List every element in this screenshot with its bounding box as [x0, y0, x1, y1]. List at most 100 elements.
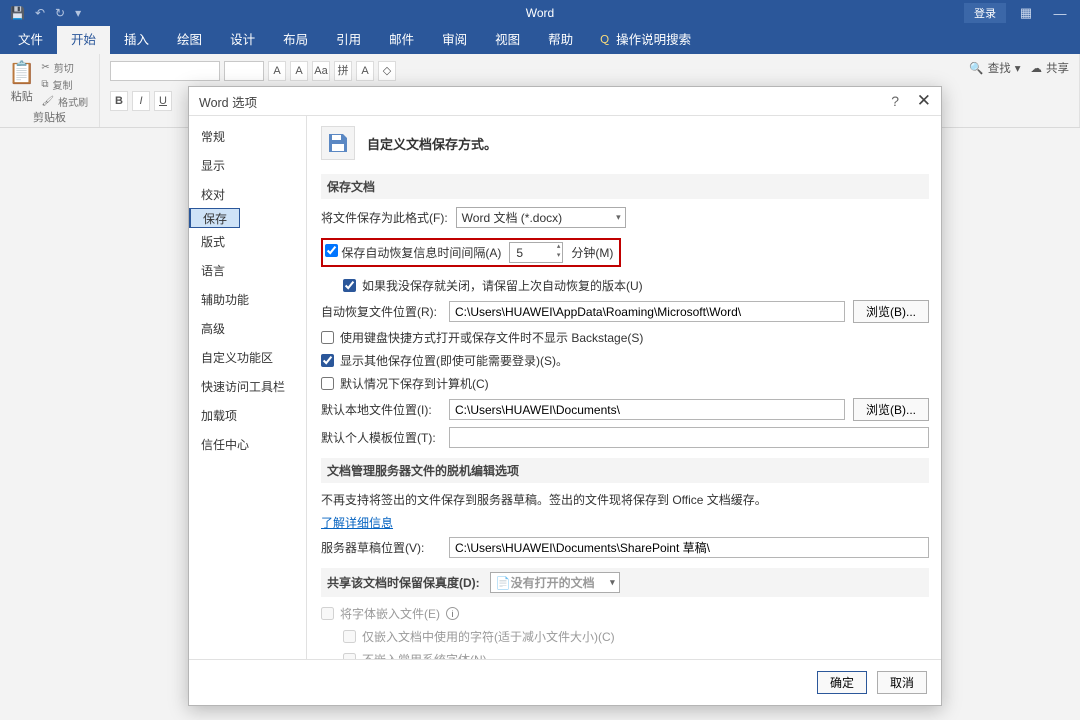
learn-more-link[interactable]: 了解详细信息: [321, 514, 393, 531]
tab-home[interactable]: 开始: [57, 23, 110, 54]
find-button[interactable]: 🔍 查找 ▾: [969, 60, 1020, 76]
autorecover-browse-button[interactable]: 浏览(B)...: [853, 300, 929, 323]
fidelity-doc-combo[interactable]: 📄 没有打开的文档: [490, 572, 620, 593]
dialog-title: Word 选项: [199, 92, 257, 111]
tell-me[interactable]: Ｑ操作说明搜索: [587, 23, 703, 54]
tab-mail[interactable]: 邮件: [375, 23, 428, 54]
embed-used-chars-checkbox: 仅嵌入文档中使用的字符(适于减小文件大小)(C): [343, 628, 615, 645]
login-button[interactable]: 登录: [964, 3, 1006, 23]
sidebar-item-language[interactable]: 语言: [189, 256, 306, 285]
tab-layout[interactable]: 布局: [269, 23, 322, 54]
save-floppy-icon: [321, 126, 355, 160]
section-save-documents: 保存文档: [321, 174, 929, 199]
border-button[interactable]: A: [356, 61, 374, 81]
info-icon[interactable]: i: [446, 607, 459, 620]
autorecover-checkbox[interactable]: 保存自动恢复信息时间间隔(A): [325, 244, 501, 261]
autorecover-location-field[interactable]: [449, 301, 845, 322]
clipboard-group: 📋 粘贴 ✂剪切 ⧉复制 🖌格式刷 剪贴板: [0, 54, 100, 127]
options-sidebar: 常规 显示 校对 保存 版式 语言 辅助功能 高级 自定义功能区 快速访问工具栏…: [189, 116, 307, 659]
font-family-combo[interactable]: [110, 61, 220, 81]
sidebar-item-advanced[interactable]: 高级: [189, 314, 306, 343]
autorecover-location-label: 自动恢复文件位置(R):: [321, 303, 441, 320]
ok-button[interactable]: 确定: [817, 671, 867, 694]
default-local-browse-button[interactable]: 浏览(B)...: [853, 398, 929, 421]
bulb-icon: Ｑ: [599, 31, 610, 47]
italic-button[interactable]: I: [132, 91, 150, 111]
copy-icon: ⧉: [41, 79, 48, 90]
underline-button[interactable]: U: [154, 91, 172, 111]
sidebar-item-customize-ribbon[interactable]: 自定义功能区: [189, 343, 306, 372]
autorecover-interval-spinner[interactable]: 5: [509, 242, 563, 263]
tab-view[interactable]: 视图: [481, 23, 534, 54]
sidebar-item-trust[interactable]: 信任中心: [189, 430, 306, 459]
quick-access-toolbar: 💾 ↶ ↻ ▾: [0, 6, 81, 20]
save-format-combo[interactable]: Word 文档 (*.docx): [456, 207, 626, 228]
app-title: Word: [526, 6, 554, 20]
qat-dropdown-icon[interactable]: ▾: [75, 6, 81, 20]
save-icon[interactable]: 💾: [10, 6, 25, 20]
grow-font-button[interactable]: A: [268, 61, 286, 81]
tab-references[interactable]: 引用: [322, 23, 375, 54]
default-template-label: 默认个人模板位置(T):: [321, 429, 441, 446]
sidebar-item-display[interactable]: 显示: [189, 151, 306, 180]
clipboard-icon: 📋: [8, 60, 35, 86]
scissors-icon: ✂: [41, 62, 49, 73]
section-fidelity: 共享该文档时保留保真度(D): 📄 没有打开的文档: [321, 568, 929, 597]
default-local-field[interactable]: [449, 399, 845, 420]
shrink-font-button[interactable]: A: [290, 61, 308, 81]
show-other-locations-checkbox[interactable]: 显示其他保存位置(即使可能需要登录)(S)。: [321, 352, 568, 369]
paste-button[interactable]: 📋 粘贴: [8, 58, 35, 109]
options-main-panel: 自定义文档保存方式。 保存文档 将文件保存为此格式(F): Word 文档 (*…: [307, 116, 941, 659]
dialog-footer: 确定 取消: [189, 659, 941, 705]
sidebar-item-addins[interactable]: 加载项: [189, 401, 306, 430]
server-draft-label: 服务器草稿位置(V):: [321, 539, 441, 556]
bold-button[interactable]: B: [110, 91, 128, 111]
ribbon-tabs: 文件 开始 插入 绘图 设计 布局 引用 邮件 审阅 视图 帮助 Ｑ操作说明搜索: [0, 26, 1080, 54]
share-button[interactable]: ☁ 共享: [1031, 60, 1070, 76]
font-size-combo[interactable]: [224, 61, 264, 81]
cancel-button[interactable]: 取消: [877, 671, 927, 694]
undo-icon[interactable]: ↶: [35, 6, 45, 20]
sidebar-item-qat[interactable]: 快速访问工具栏: [189, 372, 306, 401]
clipboard-group-label: 剪贴板: [0, 109, 99, 125]
section-offline-edit: 文档管理服务器文件的脱机编辑选项: [321, 458, 929, 483]
embed-no-system-fonts-checkbox: 不嵌入常用系统字体(N): [343, 651, 487, 659]
panel-heading: 自定义文档保存方式。: [367, 134, 497, 153]
sidebar-item-general[interactable]: 常规: [189, 122, 306, 151]
tab-file[interactable]: 文件: [4, 23, 57, 54]
no-backstage-checkbox[interactable]: 使用键盘快捷方式打开或保存文件时不显示 Backstage(S): [321, 329, 643, 346]
tab-insert[interactable]: 插入: [110, 23, 163, 54]
sidebar-item-layout[interactable]: 版式: [189, 227, 306, 256]
help-icon[interactable]: ?: [891, 93, 899, 109]
format-painter-button[interactable]: 🖌格式刷: [41, 94, 88, 109]
dialog-titlebar: Word 选项 ? ✕: [189, 87, 941, 115]
embed-fonts-checkbox[interactable]: 将字体嵌入文件(E)i: [321, 605, 459, 622]
tab-review[interactable]: 审阅: [428, 23, 481, 54]
default-save-computer-checkbox[interactable]: 默认情况下保存到计算机(C): [321, 375, 489, 392]
server-draft-field[interactable]: [449, 537, 929, 558]
autorecover-unit: 分钟(M): [571, 244, 613, 261]
close-icon[interactable]: ✕: [917, 91, 931, 111]
tab-help[interactable]: 帮助: [534, 23, 587, 54]
autorecover-highlight: 保存自动恢复信息时间间隔(A) 5 分钟(M): [321, 238, 621, 267]
tab-draw[interactable]: 绘图: [163, 23, 216, 54]
phonetic-button[interactable]: 拼: [334, 61, 352, 81]
redo-icon[interactable]: ↻: [55, 6, 65, 20]
tab-design[interactable]: 设计: [216, 23, 269, 54]
minimize-icon[interactable]: —: [1046, 6, 1074, 21]
default-local-label: 默认本地文件位置(I):: [321, 401, 441, 418]
sidebar-item-save[interactable]: 保存: [189, 208, 240, 228]
format-label: 将文件保存为此格式(F):: [321, 209, 448, 226]
options-dialog: Word 选项 ? ✕ 常规 显示 校对 保存 版式 语言 辅助功能 高级 自定…: [188, 86, 942, 706]
copy-button[interactable]: ⧉复制: [41, 77, 88, 92]
brush-icon: 🖌: [41, 96, 54, 107]
clear-format-button[interactable]: ◇: [378, 61, 396, 81]
sidebar-item-proofing[interactable]: 校对: [189, 180, 306, 209]
change-case-button[interactable]: Aa: [312, 61, 330, 81]
ribbon-display-icon[interactable]: ▦: [1012, 5, 1040, 21]
keep-last-autosave-checkbox[interactable]: 如果我没保存就关闭，请保留上次自动恢复的版本(U): [343, 277, 643, 294]
sidebar-item-accessibility[interactable]: 辅助功能: [189, 285, 306, 314]
titlebar: 💾 ↶ ↻ ▾ Word 登录 ▦ —: [0, 0, 1080, 26]
cut-button[interactable]: ✂剪切: [41, 60, 88, 75]
default-template-field[interactable]: [449, 427, 929, 448]
